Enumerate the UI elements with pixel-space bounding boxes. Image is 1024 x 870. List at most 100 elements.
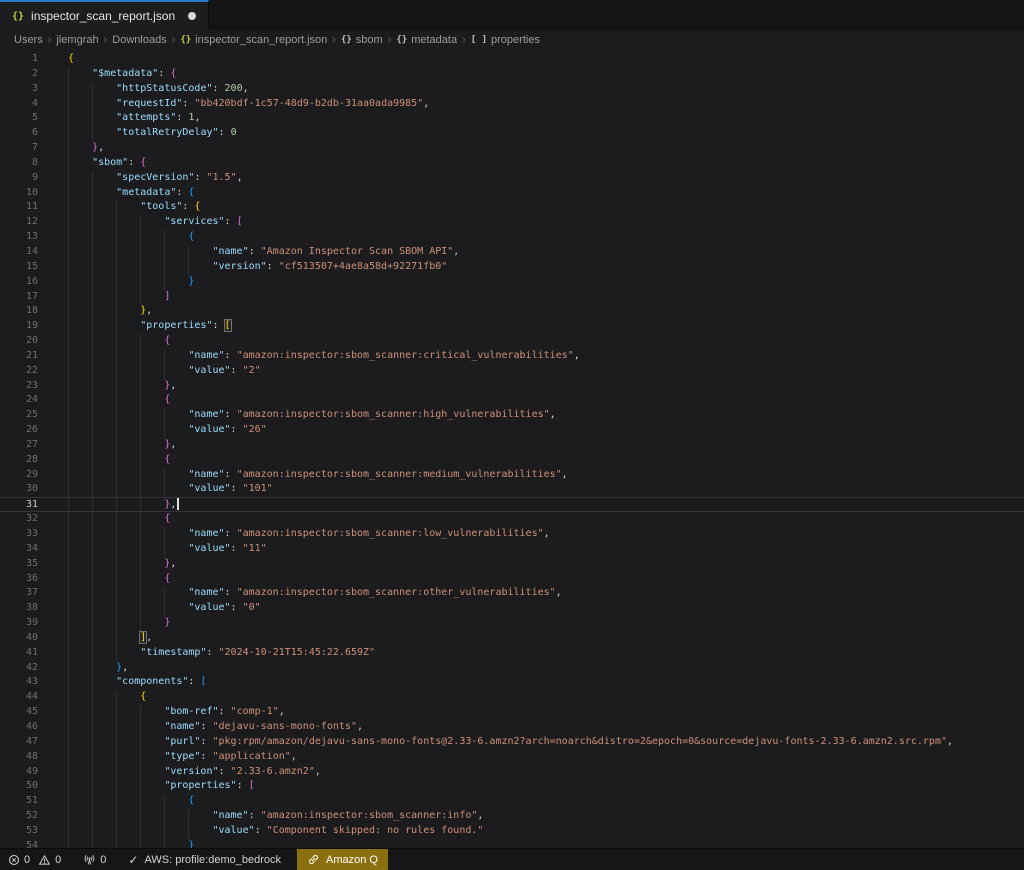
indent-guide [116, 719, 118, 735]
code-line-49[interactable]: 49 "version": "2.33-6.amzn2", [0, 764, 1024, 780]
line-number: 8 [31, 156, 38, 168]
indent-guide [116, 244, 118, 260]
code-editor[interactable]: 1{2 "$metadata": {3 "httpStatusCode": 200,… [0, 50, 1024, 848]
code-line-45[interactable]: 45 "bom-ref": "comp-1", [0, 705, 1024, 720]
code-line-28[interactable]: 28 { [0, 452, 1024, 468]
json-key: "components" [116, 676, 189, 688]
indent-guide [116, 498, 118, 512]
unsaved-changes-dot-icon[interactable] [188, 12, 197, 20]
code-line-42[interactable]: 42}, [0, 660, 1024, 676]
line-number: 43 [25, 676, 38, 688]
json-key: "httpStatusCode" [116, 82, 213, 94]
breadcrumb-item[interactable]: Users [14, 34, 43, 46]
code-line-16[interactable]: 16} [0, 274, 1024, 290]
code-line-14[interactable]: 14 "name": "Amazon Inspector Scan SBOM AP… [0, 244, 1024, 260]
code-line-51[interactable]: 51 { [0, 794, 1024, 810]
code-line-47[interactable]: 47 "purl": "pkg:rpm/amazon/dejavu-sans-mo… [0, 734, 1024, 750]
aws-profile-status[interactable]: ✓ AWS: profile:demo_bedrock [122, 849, 287, 870]
code-line-34[interactable]: 34 "value": "11" [0, 541, 1024, 557]
code-line-38[interactable]: 38 "value": "0" [0, 601, 1024, 617]
code-line-21[interactable]: 21 "name": "amazon:inspector:sbom_scanner… [0, 348, 1024, 364]
line-content: "name": "amazon:inspector:sbom_scanner:c… [47, 348, 1024, 364]
line-content: "name": "amazon:inspector:sbom_scanner:l… [47, 527, 1024, 542]
code-line-23[interactable]: 23}, [0, 378, 1024, 394]
code-line-8[interactable]: 8 "sbom": { [0, 155, 1024, 171]
code-line-37[interactable]: 37 "name": "amazon:inspector:sbom_scanner… [0, 586, 1024, 602]
code-line-33[interactable]: 33 "name": "amazon:inspector:sbom_scanner… [0, 527, 1024, 542]
code-line-15[interactable]: 15 "version": "cf513507+4ae8a58d+92271fb0… [0, 259, 1024, 275]
line-content: }, [47, 437, 1024, 453]
code-line-43[interactable]: 43 "components": [ [0, 675, 1024, 691]
code-line-13[interactable]: 13 { [0, 230, 1024, 245]
code-line-52[interactable]: 52 "name": "amazon:inspector:sbom_scanner… [0, 809, 1024, 824]
breadcrumb-item[interactable]: {} sbom [341, 34, 383, 46]
json-string: "bb420bdf-1c57-48d9-b2db-31aa0ada9985" [194, 97, 424, 109]
breadcrumb-item[interactable]: {} inspector_scan_report.json [180, 34, 327, 46]
code-line-40[interactable]: 40], [0, 630, 1024, 646]
breadcrumb-item[interactable]: [ ] properties [471, 34, 540, 46]
problems-indicator[interactable]: 0 0 [2, 849, 67, 870]
line-number: 48 [25, 750, 38, 762]
code-line-29[interactable]: 29 "name": "amazon:inspector:sbom_scanner… [0, 467, 1024, 483]
indent-guide [116, 779, 118, 795]
code-line-19[interactable]: 19 "properties": [ [0, 319, 1024, 335]
amazon-q-badge[interactable]: Amazon Q [296, 849, 388, 870]
indent-guide [92, 363, 94, 379]
json-string: "amazon:inspector:sbom_scanner:low_vulne… [236, 528, 544, 539]
line-content: "version": "cf513507+4ae8a58d+92271fb0" [47, 259, 1024, 275]
line-number: 12 [25, 216, 38, 228]
indent-guide [68, 423, 69, 438]
line-content: { [47, 452, 1024, 468]
code-line-46[interactable]: 46 "name": "dejavu-sans-mono-fonts", [0, 719, 1024, 735]
code-line-24[interactable]: 24 { [0, 393, 1024, 409]
json-string: "26" [242, 424, 267, 436]
code-line-5[interactable]: 5 "attempts": 1, [0, 111, 1024, 127]
breadcrumb-item[interactable]: jlemgrah [56, 34, 98, 46]
code-line-31[interactable]: 31}, [0, 497, 1024, 513]
code-line-6[interactable]: 6 "totalRetryDelay": 0 [0, 126, 1024, 142]
indent-guide [92, 81, 94, 97]
indent-guide [92, 244, 94, 260]
code-line-53[interactable]: 53 "value": "Component skipped: no rules … [0, 823, 1024, 839]
breadcrumb-item[interactable]: {} metadata [396, 34, 457, 46]
breadcrumb-item[interactable]: Downloads [112, 34, 166, 46]
code-line-4[interactable]: 4 "requestId": "bb420bdf-1c57-48d9-b2db-3… [0, 96, 1024, 112]
code-line-30[interactable]: 30 "value": "101" [0, 482, 1024, 498]
code-line-50[interactable]: 50 "properties": [ [0, 779, 1024, 795]
code-line-17[interactable]: 17] [0, 289, 1024, 305]
indent-guide [140, 734, 142, 750]
code-line-11[interactable]: 11 "tools": { [0, 200, 1024, 216]
indent-guide [188, 259, 190, 275]
code-line-9[interactable]: 9 "specVersion": "1.5", [0, 170, 1024, 186]
code-line-2[interactable]: 2 "$metadata": { [0, 66, 1024, 82]
indent-guide [116, 437, 118, 453]
ports-indicator[interactable]: 0 [77, 849, 112, 870]
code-line-7[interactable]: 7}, [0, 141, 1024, 156]
code-line-22[interactable]: 22 "value": "2" [0, 363, 1024, 379]
code-line-25[interactable]: 25 "name": "amazon:inspector:sbom_scanner… [0, 408, 1024, 424]
code-line-20[interactable]: 20 { [0, 334, 1024, 349]
code-line-3[interactable]: 3 "httpStatusCode": 200, [0, 81, 1024, 97]
code-line-26[interactable]: 26 "value": "26" [0, 423, 1024, 438]
indent-guide [140, 571, 142, 587]
code-line-44[interactable]: 44 { [0, 690, 1024, 706]
code-line-36[interactable]: 36 { [0, 571, 1024, 587]
json-token: , [543, 528, 550, 539]
code-line-18[interactable]: 18}, [0, 304, 1024, 320]
indent-guide [116, 215, 118, 231]
code-line-39[interactable]: 39} [0, 616, 1024, 631]
code-line-54[interactable]: 54} [0, 838, 1024, 848]
tab-inspector-scan-report[interactable]: {} inspector_scan_report.json [0, 0, 210, 30]
code-line-27[interactable]: 27}, [0, 437, 1024, 453]
code-line-32[interactable]: 32 { [0, 512, 1024, 527]
json-number: 0 [230, 127, 237, 139]
code-line-48[interactable]: 48 "type": "application", [0, 749, 1024, 765]
code-line-12[interactable]: 12 "services": [ [0, 215, 1024, 231]
code-line-10[interactable]: 10 "metadata": { [0, 185, 1024, 201]
code-line-35[interactable]: 35}, [0, 556, 1024, 572]
code-line-41[interactable]: 41 "timestamp": "2024-10-21T15:45:22.659Z… [0, 645, 1024, 661]
line-number: 42 [25, 661, 38, 673]
code-line-1[interactable]: 1{ [0, 52, 1024, 67]
json-token: , [290, 750, 297, 762]
line-number: 29 [25, 468, 38, 480]
